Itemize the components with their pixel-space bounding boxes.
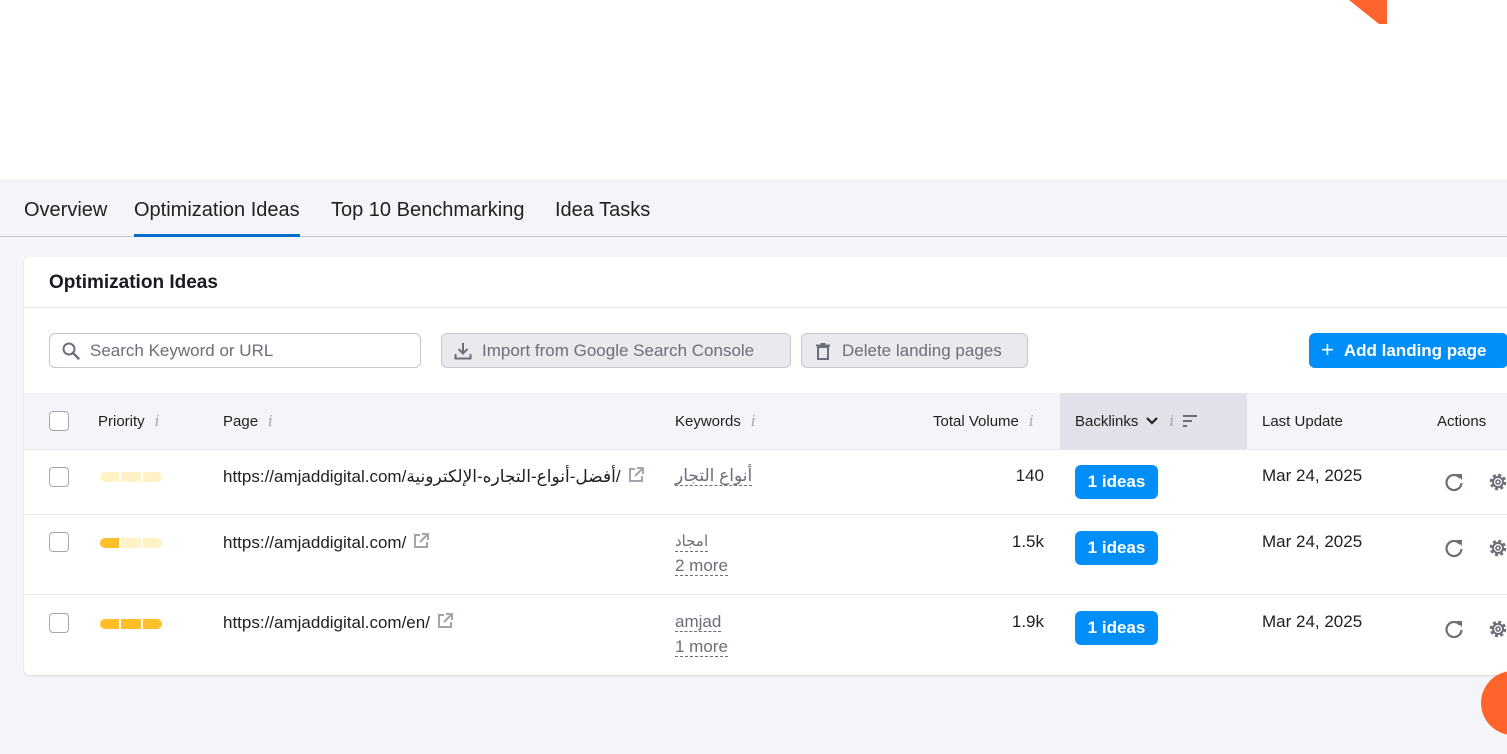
col-keywords-label: Keywords <box>675 412 741 430</box>
chat-widget-button[interactable] <box>1481 671 1507 735</box>
select-all-checkbox[interactable] <box>49 411 69 431</box>
refresh-icon[interactable] <box>1443 471 1465 493</box>
info-icon[interactable]: i <box>1169 412 1174 430</box>
add-landing-page-label: Add landing page <box>1343 340 1487 360</box>
ideas-badge[interactable]: 1 ideas <box>1075 531 1158 565</box>
refresh-icon[interactable] <box>1443 537 1465 559</box>
keyword-link[interactable]: امجاد <box>675 532 709 552</box>
last-update-date: Mar 24, 2025 <box>1262 466 1363 485</box>
row-checkbox[interactable] <box>49 613 69 633</box>
tab-optimization-ideas[interactable]: Optimization Ideas <box>134 199 300 237</box>
page-url[interactable]: https://amjaddigital.com/ <box>223 532 430 553</box>
tab-overview[interactable]: Overview <box>24 199 107 237</box>
priority-bar <box>100 538 162 548</box>
col-priority-label: Priority <box>98 412 145 430</box>
info-icon[interactable]: i <box>751 412 756 430</box>
card-title: Optimization Ideas <box>49 272 218 293</box>
priority-bar <box>100 472 162 482</box>
total-volume: 140 <box>1015 466 1044 485</box>
delete-landing-pages-label: Delete landing pages <box>842 340 1002 360</box>
last-update-date: Mar 24, 2025 <box>1262 612 1363 631</box>
page-url-text: https://amjaddigital.com/أفضل-أنواع-التج… <box>223 467 621 486</box>
brand-corner-shape <box>1349 0 1387 24</box>
col-total-volume[interactable]: Total Volume i <box>933 393 1034 449</box>
download-icon <box>454 342 472 359</box>
search-icon <box>62 342 80 360</box>
total-volume: 1.9k <box>1011 612 1044 631</box>
col-keywords[interactable]: Keywords i <box>675 393 756 449</box>
external-link-icon[interactable] <box>627 466 645 484</box>
priority-segment <box>142 619 162 629</box>
optimization-ideas-card: Optimization Ideas Import from Google Se… <box>24 257 1507 675</box>
page-url[interactable]: https://amjaddigital.com/en/ <box>223 612 454 633</box>
gear-icon[interactable] <box>1487 618 1507 640</box>
priority-segment <box>142 472 162 482</box>
trash-icon <box>816 342 830 360</box>
import-gsc-label: Import from Google Search Console <box>482 340 755 360</box>
table-header: Priority i Page i Keywords i Total Volum… <box>24 393 1507 449</box>
plus-icon: + <box>1321 336 1334 362</box>
col-page[interactable]: Page i <box>223 393 273 449</box>
table-row: https://amjaddigital.com/ امجاد 2 more 1… <box>24 514 1507 595</box>
col-actions: Actions <box>1437 412 1487 430</box>
col-priority[interactable]: Priority i <box>98 393 159 449</box>
import-gsc-button[interactable]: Import from Google Search Console <box>441 333 791 368</box>
priority-segment <box>121 619 141 629</box>
keyword-link[interactable]: amjad <box>675 612 722 632</box>
total-volume: 1.5k <box>1011 532 1044 551</box>
chevron-down-icon[interactable] <box>1145 416 1159 426</box>
col-last-update: Last Update <box>1262 412 1343 430</box>
page-url[interactable]: https://amjaddigital.com/أفضل-أنواع-التج… <box>223 466 645 487</box>
priority-segment <box>121 538 141 548</box>
priority-segment <box>121 472 141 482</box>
external-link-icon[interactable] <box>412 532 430 550</box>
divider <box>24 307 1507 308</box>
search-box[interactable] <box>49 333 421 368</box>
header-area <box>0 0 1507 179</box>
last-update-date: Mar 24, 2025 <box>1262 532 1363 551</box>
row-checkbox[interactable] <box>49 532 69 552</box>
info-icon[interactable]: i <box>155 412 160 430</box>
table-row: https://amjaddigital.com/en/ amjad 1 mor… <box>24 594 1507 675</box>
priority-bar <box>100 619 162 629</box>
gear-icon[interactable] <box>1487 471 1507 493</box>
info-icon[interactable]: i <box>1029 412 1034 430</box>
priority-segment <box>100 472 120 482</box>
col-backlinks-label: Backlinks <box>1075 412 1139 430</box>
row-checkbox[interactable] <box>49 467 69 487</box>
col-total-volume-label: Total Volume <box>933 412 1019 430</box>
tab-top-10-benchmarking[interactable]: Top 10 Benchmarking <box>331 199 524 237</box>
ideas-badge[interactable]: 1 ideas <box>1075 611 1158 645</box>
col-backlinks[interactable]: Backlinks i <box>1060 393 1247 449</box>
sort-icon[interactable] <box>1182 414 1198 428</box>
priority-segment <box>100 538 120 548</box>
refresh-icon[interactable] <box>1443 618 1465 640</box>
external-link-icon[interactable] <box>436 612 454 630</box>
priority-segment <box>100 619 120 629</box>
delete-landing-pages-button[interactable]: Delete landing pages <box>801 333 1028 368</box>
col-page-label: Page <box>223 412 259 430</box>
priority-segment <box>142 538 162 548</box>
tab-bar: Overview Optimization Ideas Top 10 Bench… <box>0 179 1507 237</box>
info-icon[interactable]: i <box>268 412 273 430</box>
more-keywords-link[interactable]: 1 more <box>675 637 728 657</box>
tab-idea-tasks[interactable]: Idea Tasks <box>555 199 650 237</box>
page-url-text: https://amjaddigital.com/en/ <box>223 613 430 632</box>
add-landing-page-button[interactable]: + Add landing page <box>1309 333 1507 368</box>
table-row: https://amjaddigital.com/أفضل-أنواع-التج… <box>24 449 1507 515</box>
keyword-link[interactable]: أنواع التجار <box>675 466 753 486</box>
ideas-badge[interactable]: 1 ideas <box>1075 465 1158 499</box>
page-url-text: https://amjaddigital.com/ <box>223 533 407 552</box>
search-input[interactable] <box>90 334 410 367</box>
gear-icon[interactable] <box>1487 537 1507 559</box>
more-keywords-link[interactable]: 2 more <box>675 556 728 576</box>
